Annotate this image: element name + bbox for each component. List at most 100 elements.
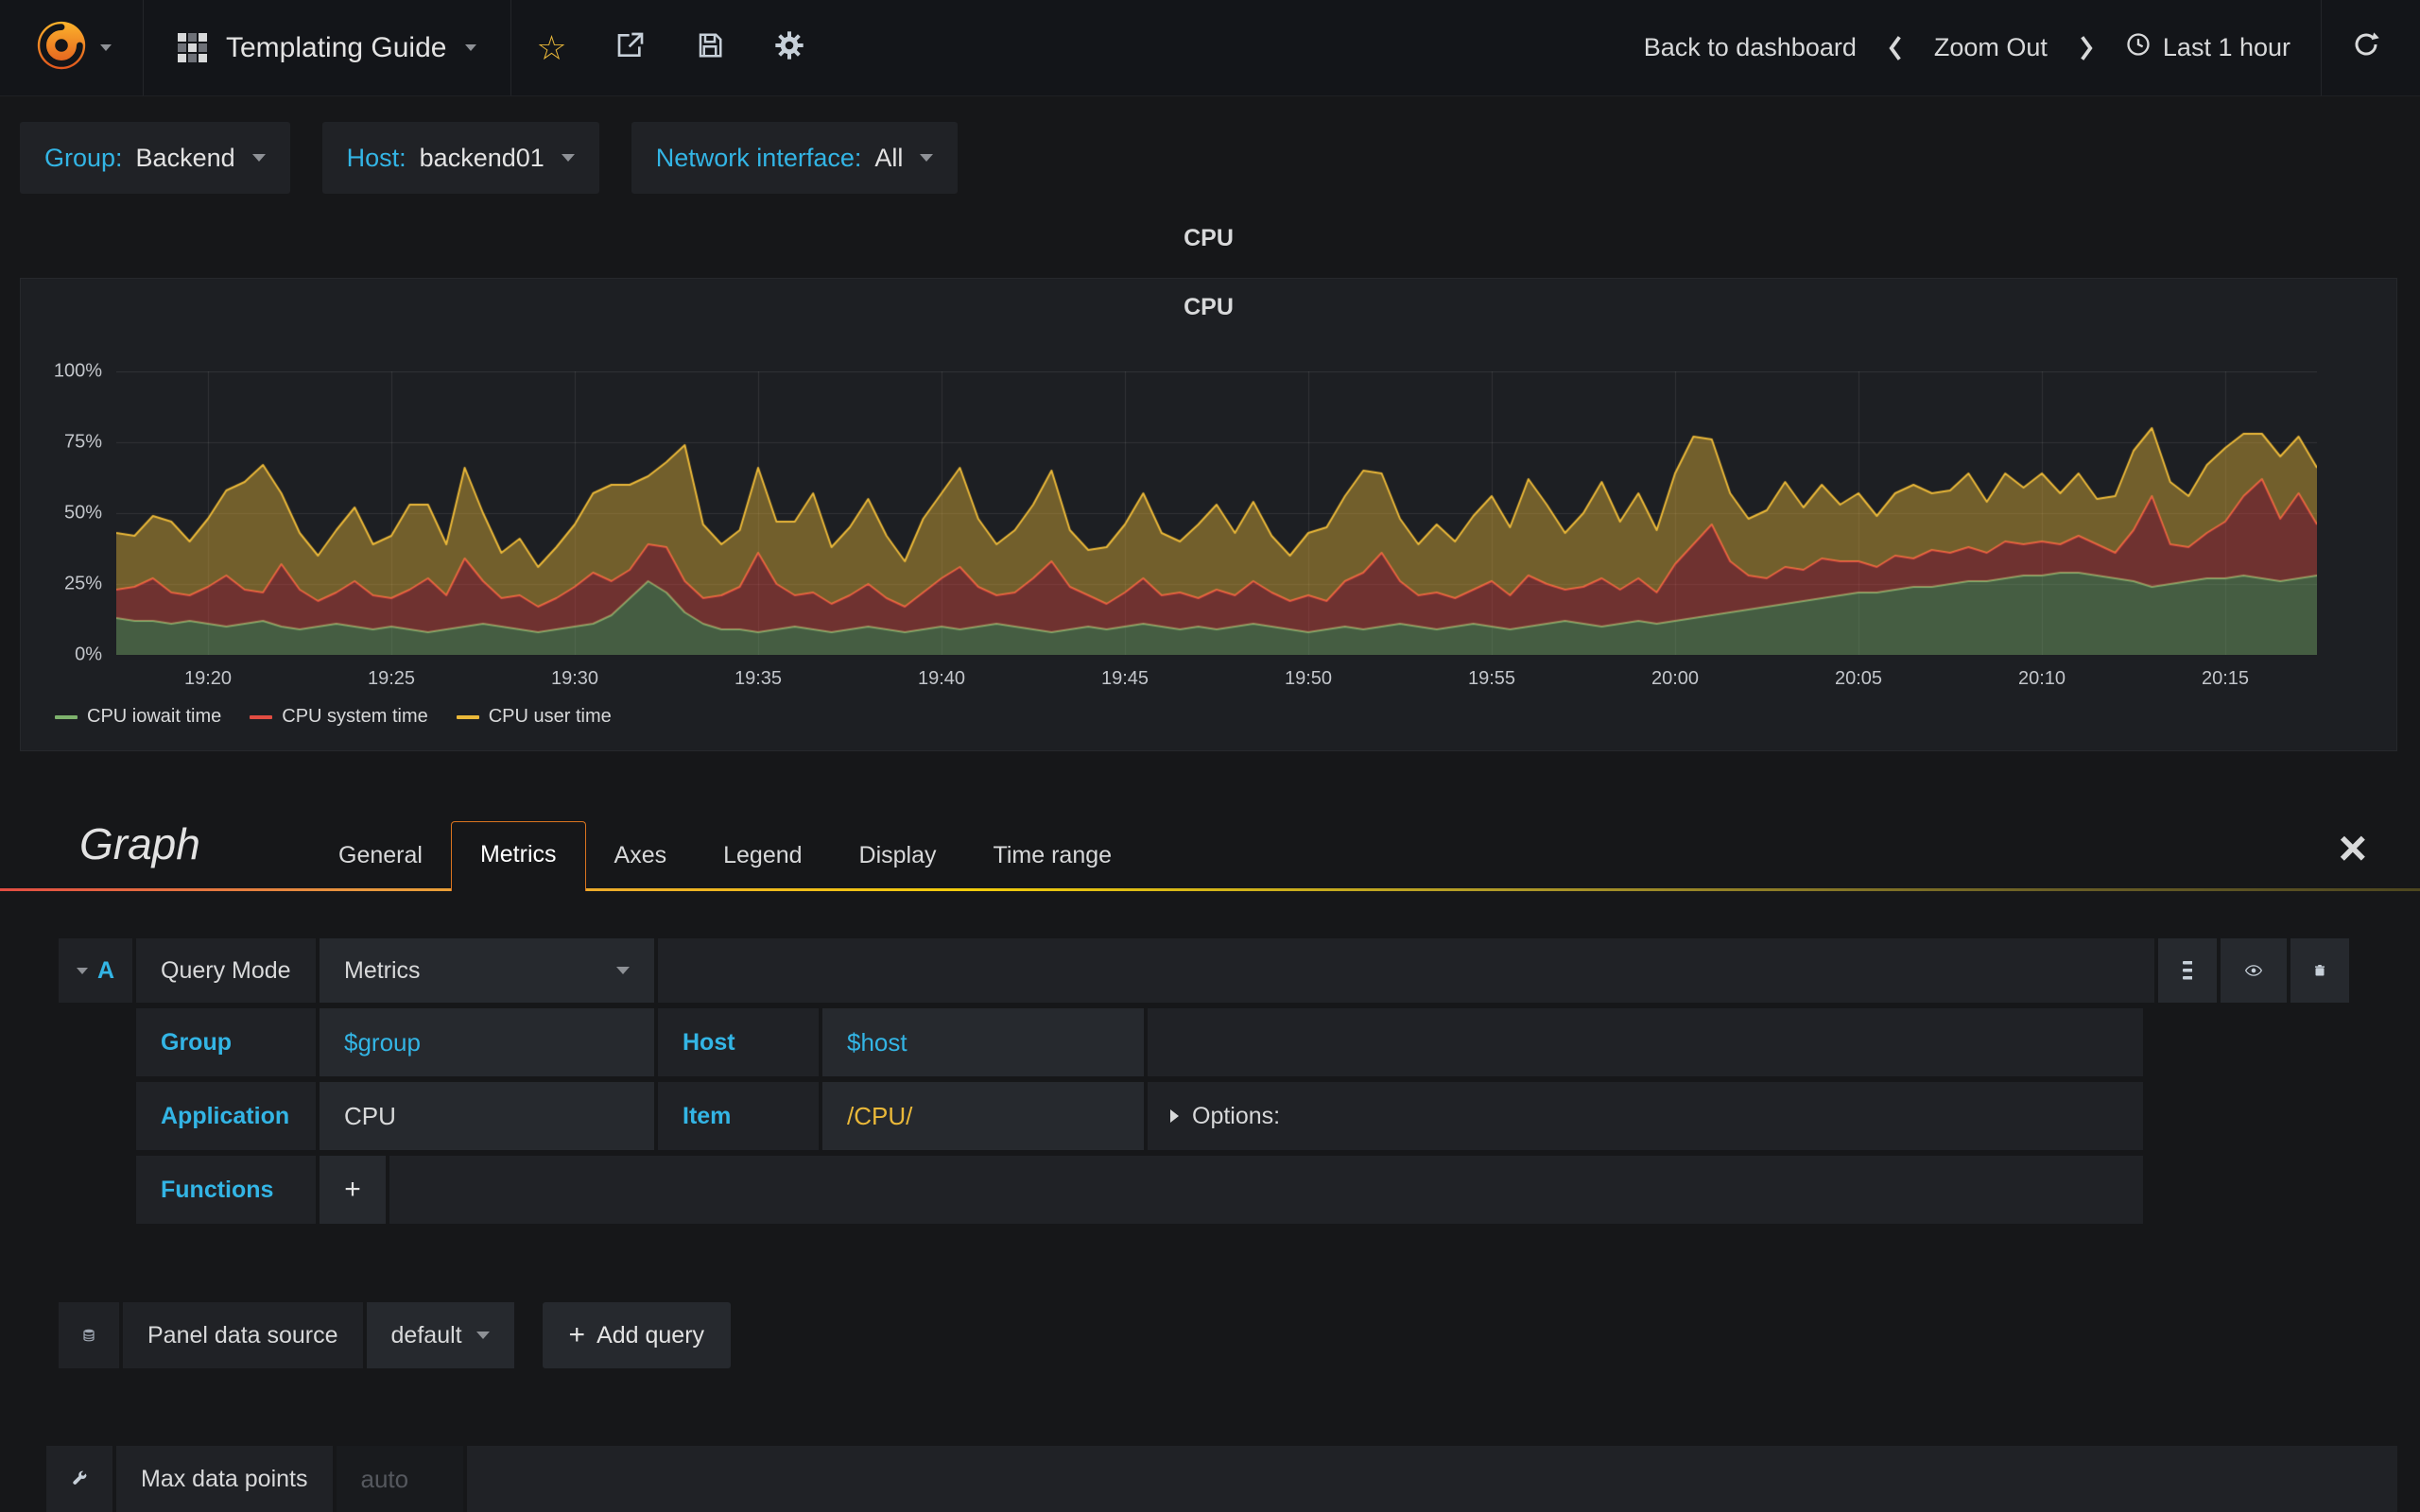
functions-label: Functions — [136, 1156, 316, 1224]
y-tick-label: 0% — [75, 644, 102, 665]
back-to-dashboard-link[interactable]: Back to dashboard — [1644, 33, 1857, 62]
grafana-logo-button[interactable] — [0, 0, 144, 95]
wrench-icon — [73, 1470, 87, 1485]
host-input[interactable] — [847, 1027, 1119, 1057]
tab-legend[interactable]: Legend — [695, 823, 830, 888]
variable-host-dropdown[interactable]: Host: backend01 — [321, 122, 599, 194]
legend-label: CPU user time — [488, 706, 612, 727]
add-function-button[interactable]: + — [320, 1156, 386, 1224]
max-data-points-field[interactable] — [336, 1446, 463, 1512]
panel-options-row: Max data points — [46, 1446, 2397, 1512]
variable-netif-dropdown[interactable]: Network interface: All — [631, 122, 959, 194]
trash-icon — [2315, 965, 2325, 976]
panel-type-title: Graph — [79, 819, 200, 868]
application-field[interactable] — [320, 1082, 654, 1150]
variable-group-label: Group: — [44, 143, 123, 172]
x-tick-label: 19:40 — [917, 668, 966, 689]
item-input[interactable] — [847, 1101, 1119, 1131]
x-tick-label: 19:55 — [1467, 668, 1516, 689]
y-tick-label: 100% — [53, 360, 102, 382]
y-tick-label: 75% — [63, 431, 102, 453]
host-field-label: Host — [658, 1008, 819, 1076]
tab-display[interactable]: Display — [831, 823, 965, 888]
dashboard-title-dropdown[interactable]: Templating Guide — [144, 0, 512, 95]
panel-header-title[interactable]: CPU — [20, 225, 2397, 252]
close-editor-button[interactable]: × — [2339, 824, 2367, 873]
x-tick-label: 20:15 — [2201, 668, 2250, 689]
time-range-label: Last 1 hour — [2162, 33, 2290, 61]
tab-metrics[interactable]: Metrics — [450, 821, 586, 891]
options-toggle[interactable]: Options: — [1148, 1103, 1280, 1130]
legend-item[interactable]: CPU user time — [456, 706, 612, 728]
group-field[interactable] — [320, 1008, 654, 1076]
cpu-panel: CPU 0% 25% 50% 75% 100% 19:20 19:25 19:30 19:35… — [20, 278, 2397, 751]
plus-icon: + — [568, 1319, 586, 1350]
tab-time-range[interactable]: Time range — [965, 823, 1141, 888]
chevron-right-icon — [2081, 35, 2093, 60]
wrench-icon-cell — [46, 1446, 112, 1512]
database-icon — [83, 1329, 95, 1342]
datasource-dropdown[interactable]: default — [366, 1302, 514, 1368]
plus-icon: + — [344, 1174, 361, 1205]
caret-right-icon — [1170, 1109, 1179, 1123]
application-field-label: Application — [136, 1082, 316, 1150]
datasource-value: default — [390, 1321, 462, 1349]
star-button[interactable]: ☆ — [511, 0, 591, 95]
settings-button[interactable] — [750, 0, 829, 95]
query-mode-value: Metrics — [344, 956, 421, 984]
legend-item[interactable]: CPU iowait time — [55, 706, 221, 728]
query-menu-button[interactable] — [2158, 938, 2217, 1003]
x-tick-label: 19:50 — [1284, 668, 1333, 689]
close-icon: × — [2338, 821, 2367, 876]
chevron-down-icon — [616, 967, 630, 974]
y-axis: 0% 25% 50% 75% 100% — [26, 361, 110, 665]
legend-item[interactable]: CPU system time — [250, 706, 428, 728]
query-mode-dropdown[interactable]: Metrics — [320, 938, 654, 1003]
x-tick-label: 20:05 — [1834, 668, 1883, 689]
host-field[interactable] — [822, 1008, 1144, 1076]
query-row-a: A Query Mode Metrics — [59, 938, 2349, 1003]
share-button[interactable] — [591, 0, 670, 95]
time-shift-right-button[interactable] — [2078, 34, 2095, 62]
variable-host-value: backend01 — [419, 143, 544, 172]
query-mode-label: Query Mode — [136, 938, 316, 1003]
query-row-application-item: Application Item Options: — [136, 1082, 2143, 1150]
legend-swatch — [250, 714, 273, 719]
time-range-picker[interactable]: Last 1 hour — [2125, 31, 2290, 64]
y-tick-label: 50% — [63, 502, 102, 524]
chart-title: CPU — [1184, 294, 1234, 320]
query-row-filler — [658, 938, 2154, 1003]
time-shift-left-button[interactable] — [1887, 34, 1904, 62]
title-caret-icon — [465, 44, 477, 51]
zoom-out-button[interactable]: Zoom Out — [1934, 33, 2048, 62]
refresh-button[interactable] — [2352, 30, 2380, 65]
logo-caret-icon — [99, 44, 112, 51]
query-toggle-visibility-button[interactable] — [2221, 938, 2287, 1003]
options-label: Options: — [1192, 1102, 1281, 1129]
x-tick-label: 19:25 — [367, 668, 416, 689]
tab-general[interactable]: General — [310, 823, 451, 888]
item-field[interactable] — [822, 1082, 1144, 1150]
star-icon: ☆ — [536, 27, 567, 67]
template-variables-row: Group: Backend Host: backend01 Network i… — [20, 122, 990, 194]
options-row-filler: Options: — [1148, 1082, 2143, 1150]
legend-label: CPU iowait time — [87, 706, 222, 727]
cpu-chart-canvas[interactable] — [116, 371, 2317, 655]
query-delete-button[interactable] — [2290, 938, 2349, 1003]
legend-label: CPU system time — [282, 706, 428, 727]
save-button[interactable] — [670, 0, 750, 95]
query-letter: A — [96, 956, 115, 984]
application-input[interactable] — [344, 1101, 630, 1131]
editor-tabs: General Metrics Axes Legend Display Time… — [310, 821, 1141, 891]
chart-legend: CPU iowait time CPU system time CPU user t… — [55, 706, 640, 728]
max-data-points-input[interactable] — [360, 1464, 439, 1494]
item-field-label: Item — [658, 1082, 819, 1150]
variable-group-dropdown[interactable]: Group: Backend — [20, 122, 290, 194]
x-tick-label: 19:20 — [183, 668, 233, 689]
add-query-button[interactable]: + Add query — [542, 1302, 732, 1368]
variable-netif-value: All — [874, 143, 904, 172]
query-collapse-toggle[interactable]: A — [59, 938, 132, 1003]
query-row-filler — [1148, 1008, 2143, 1076]
group-input[interactable] — [344, 1027, 630, 1057]
tab-axes[interactable]: Axes — [586, 823, 696, 888]
